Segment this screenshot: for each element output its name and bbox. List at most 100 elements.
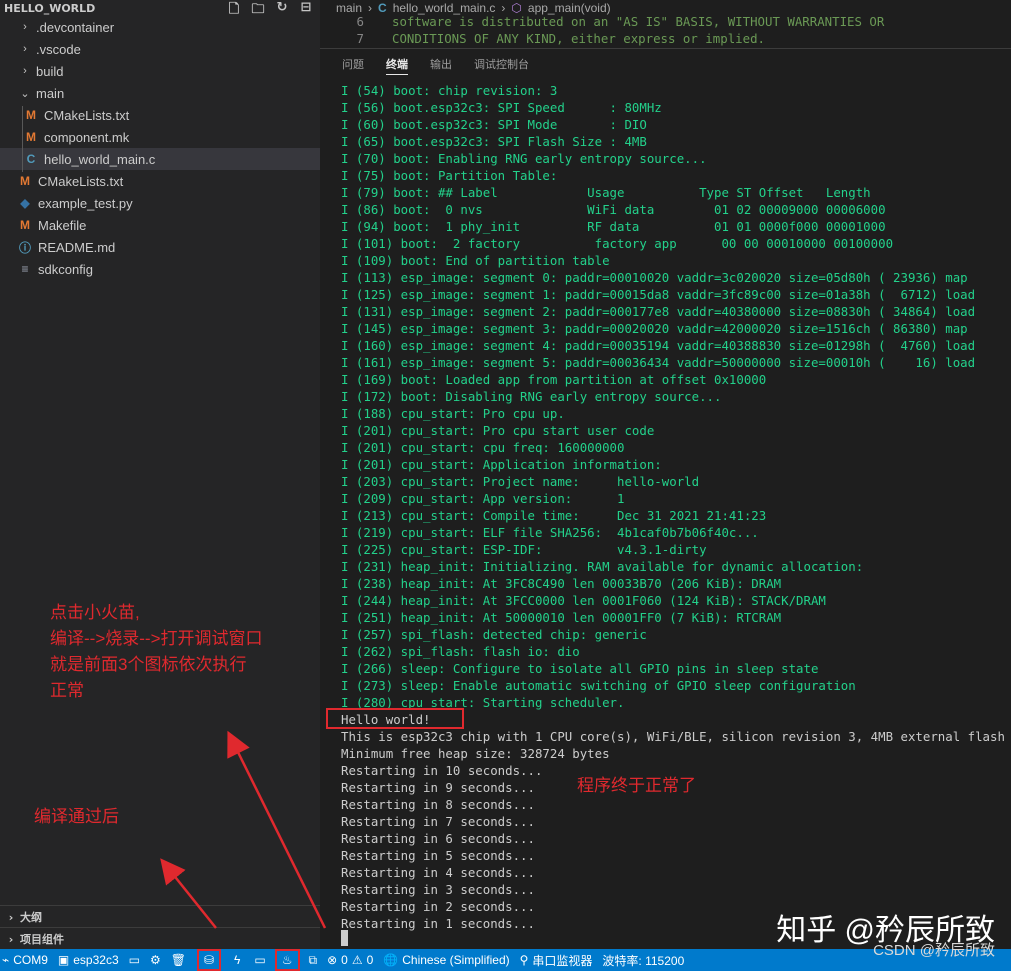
tree-file[interactable]: ≡ sdkconfig <box>0 258 320 280</box>
terminal-line: I (209) cpu_start: App version: 1 <box>341 491 625 506</box>
project-components-section[interactable]: › 项目组件 <box>0 927 320 950</box>
tree-file[interactable]: M CMakeLists.txt <box>0 170 320 192</box>
terminal-line: I (70) boot: Enabling RNG early entropy … <box>341 151 707 166</box>
error-count: 0 <box>341 953 348 967</box>
serial-monitor-button[interactable]: ⚲ 串口监视器 <box>515 949 598 971</box>
clean-button[interactable]: 🗑 <box>166 949 191 971</box>
tree-file[interactable]: Mcomponent.mk <box>0 126 320 148</box>
terminal-line: I (113) esp_image: segment 0: paddr=0001… <box>341 270 968 285</box>
code-text: CONDITIONS OF ANY KIND, either express o… <box>392 31 765 46</box>
terminal-line: I (213) cpu_start: Compile time: Dec 31 … <box>341 508 767 523</box>
terminal-line: I (201) cpu_start: cpu freq: 160000000 <box>341 440 625 455</box>
trash-icon: 🗑 <box>170 953 186 967</box>
settings-button[interactable]: ⚙ <box>145 949 166 971</box>
tree-folder[interactable]: › .vscode <box>0 38 320 60</box>
left-annotation: 点击小火苗, 编译-->烧录-->打开调试窗口 就是前面3个图标依次执行 正常 <box>50 600 263 704</box>
terminal-line: I (125) esp_image: segment 1: paddr=0001… <box>341 287 976 302</box>
breadcrumb-file[interactable]: hello_world_main.c <box>393 1 496 15</box>
explorer-header: HELLO_WORLD 🗋 🗀 ↻ ⊟ <box>0 0 320 17</box>
port-label: COM9 <box>13 953 48 967</box>
terminal-line: I (225) cpu_start: ESP-IDF: v4.3.1-dirty <box>341 542 707 557</box>
annotation-line: 点击小火苗, <box>50 603 140 622</box>
terminal-line: I (219) cpu_start: ELF file SHA256: 4b1c… <box>341 525 759 540</box>
hello-world-highlight <box>326 708 464 729</box>
tab-output[interactable]: 输出 <box>430 49 452 79</box>
open-folder-button[interactable]: ▭ <box>124 949 145 971</box>
cmake-file-icon: M <box>26 108 36 122</box>
flash-button[interactable]: ϟ <box>229 949 245 971</box>
chevron-right-icon: › <box>501 1 506 15</box>
tree-item-label: main <box>36 85 65 101</box>
pin-icon: ⚲ <box>519 953 529 967</box>
terminal-line: Restarting in 3 seconds... <box>341 882 535 897</box>
warning-icon: ⚠ <box>351 953 363 967</box>
language-label: Chinese (Simplified) <box>402 953 510 967</box>
terminal-line: I (54) boot: chip revision: 3 <box>341 83 558 98</box>
terminal-line: I (145) esp_image: segment 3: paddr=0002… <box>341 321 968 336</box>
tree-file[interactable]: ◆ example_test.py <box>0 192 320 214</box>
workspace-title: HELLO_WORLD <box>4 1 96 15</box>
problems-indicator[interactable]: ⊗ 0 ⚠ 0 <box>322 949 378 971</box>
terminal-line: I (169) boot: Loaded app from partition … <box>341 372 767 387</box>
terminal-line: Minimum free heap size: 328724 bytes <box>341 746 610 761</box>
code-line[interactable]: 6 software is distributed on an "AS IS" … <box>320 14 1011 31</box>
terminal-line: I (65) boot.esp32c3: SPI Flash Size : 4M… <box>341 134 647 149</box>
python-file-icon: ◆ <box>20 196 30 210</box>
terminal-cursor <box>341 930 348 946</box>
warning-count: 0 <box>366 953 374 967</box>
terminal-line: Restarting in 4 seconds... <box>341 865 535 880</box>
terminal-line: I (231) heap_init: Initializing. RAM ava… <box>341 559 864 574</box>
error-icon: ⊗ <box>327 953 338 967</box>
config-file-icon: ≡ <box>21 262 29 276</box>
terminal-line: I (201) cpu_start: Application informati… <box>341 457 662 472</box>
baud-rate[interactable]: 波特率: 115200 <box>597 949 689 971</box>
tree-file[interactable]: ⓘ README.md <box>0 236 320 258</box>
tree-file[interactable]: Chello_world_main.c <box>0 148 320 170</box>
csdn-watermark: CSDN @矜辰所致 <box>873 942 995 959</box>
monitor-icon: ▭ <box>254 953 266 967</box>
tree-item-label: build <box>36 63 64 79</box>
tree-indent-guide <box>22 106 23 172</box>
bottom-panel: 问题 终端 输出 调试控制台 I (54) boot: chip revisio… <box>320 48 1011 950</box>
success-annotation: 程序终于正常了 <box>577 776 696 795</box>
terminal-button[interactable]: ⧉ <box>304 949 323 971</box>
cylinder-icon: ⛁ <box>203 953 215 967</box>
code-line[interactable]: 7 CONDITIONS OF ANY KIND, either express… <box>320 31 1011 48</box>
monitor-button[interactable]: ▭ <box>249 949 270 971</box>
terminal-line: I (94) boot: 1 phy_init RF data 01 01 00… <box>341 219 886 234</box>
tab-problems[interactable]: 问题 <box>342 49 364 79</box>
terminal-line: Restarting in 6 seconds... <box>341 831 535 846</box>
tree-folder[interactable]: ⌄ main <box>0 82 320 104</box>
breadcrumb-folder[interactable]: main <box>336 1 362 15</box>
make-file-icon: M <box>26 130 36 144</box>
terminal-line: I (60) boot.esp32c3: SPI Mode : DIO <box>341 117 647 132</box>
terminal-line: I (86) boot: 0 nvs WiFi data 01 02 00009… <box>341 202 886 217</box>
terminal-output[interactable]: I (54) boot: chip revision: 3 I (56) boot… <box>341 82 1011 932</box>
breadcrumb-symbol[interactable]: app_main(void) <box>528 1 611 15</box>
target-selector[interactable]: ▣ esp32c3 <box>53 949 124 971</box>
terminal-line: I (257) spi_flash: detected chip: generi… <box>341 627 647 642</box>
terminal-line: I (238) heap_init: At 3FC8C490 len 00033… <box>341 576 782 591</box>
file-tree: › .devcontainer › .vscode › build ⌄ main M CMakeL… <box>0 16 320 280</box>
tree-folder[interactable]: › .devcontainer <box>0 16 320 38</box>
chevron-right-icon: › <box>368 1 373 15</box>
make-file-icon: M <box>20 218 30 232</box>
terminal-line: I (203) cpu_start: Project name: hello-w… <box>341 474 700 489</box>
build-button[interactable]: ⛁ <box>196 949 222 971</box>
build-flash-monitor-button[interactable]: ♨ <box>274 949 300 971</box>
tree-file[interactable]: M Makefile <box>0 214 320 236</box>
terminal-line: I (262) spi_flash: flash io: dio <box>341 644 580 659</box>
terminal-line: I (79) boot: ## Label Usage Type ST Offs… <box>341 185 871 200</box>
code-text: software is distributed on an "AS IS" BA… <box>392 14 885 29</box>
tree-file[interactable]: M CMakeLists.txt <box>0 104 320 126</box>
language-selector[interactable]: 🌐 Chinese (Simplified) <box>378 949 514 971</box>
tab-debug-console[interactable]: 调试控制台 <box>474 49 529 79</box>
gear-icon: ⚙ <box>149 953 161 967</box>
tree-item-label: README.md <box>38 239 116 255</box>
tree-folder[interactable]: › build <box>0 60 320 82</box>
port-selector[interactable]: ⌁ COM9 <box>0 949 53 971</box>
outline-section[interactable]: › 大纲 <box>0 905 320 928</box>
info-file-icon: ⓘ <box>18 240 31 255</box>
plug-icon: ⌁ <box>2 953 10 967</box>
tab-terminal[interactable]: 终端 <box>386 49 408 79</box>
